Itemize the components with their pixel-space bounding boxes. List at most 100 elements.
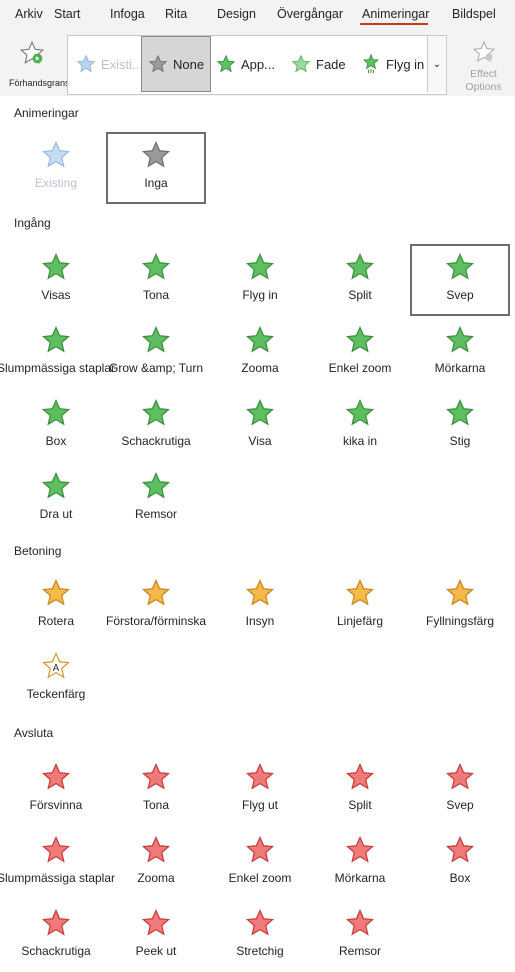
exit-star-icon xyxy=(345,835,375,865)
animation-label: Fyllningsfärg xyxy=(425,614,495,628)
animation-betoning-forstora-forminska[interactable]: Förstora/förminska xyxy=(106,570,206,642)
fly-in-star-icon xyxy=(362,54,380,74)
preview-star-icon xyxy=(19,40,45,64)
effect-options-icon xyxy=(472,40,495,63)
exit-star-icon xyxy=(41,762,71,792)
tab-rita[interactable]: Rita xyxy=(165,7,187,21)
section-title-ingang: Ingång xyxy=(14,216,51,230)
animation-ingang-schackrutiga[interactable]: Schackrutiga xyxy=(106,390,206,462)
tab-infoga[interactable]: Infoga xyxy=(110,7,145,21)
gallery-item-label: Fade xyxy=(316,56,346,72)
gallery-item-appear[interactable]: App... xyxy=(216,36,286,92)
appear-star-icon xyxy=(216,54,236,73)
animation-ingang-stig[interactable]: Stig xyxy=(410,390,510,462)
exit-star-icon xyxy=(345,762,375,792)
animation-avsluta-box[interactable]: Box xyxy=(410,827,510,899)
animation-label: Stig xyxy=(449,434,471,448)
animation-ingang-dra-ut[interactable]: Dra ut xyxy=(6,463,106,535)
entrance-star-icon xyxy=(141,471,171,501)
entrance-star-icon xyxy=(245,398,275,428)
animation-ingang-grow-and-turn[interactable]: Grow &amp; Turn xyxy=(106,317,206,389)
animation-ingang-zooma[interactable]: Zooma xyxy=(210,317,310,389)
gallery-expand-button[interactable]: ⌄ xyxy=(427,36,446,92)
animation-label: Grow &amp; Turn xyxy=(108,361,204,375)
animation-ingang-kika-in[interactable]: kika in xyxy=(310,390,410,462)
section-title-animeringar: Animeringar xyxy=(14,106,79,120)
chevron-down-icon: ⌄ xyxy=(432,58,442,70)
animation-betoning-teckenfarg[interactable]: A Teckenfärg xyxy=(6,643,106,715)
animation-betoning-insyn[interactable]: Insyn xyxy=(210,570,310,642)
exit-star-icon xyxy=(141,835,171,865)
animation-betoning-linjefarg[interactable]: Linjefärg xyxy=(310,570,410,642)
animation-betoning-rotera[interactable]: Rotera xyxy=(6,570,106,642)
animation-ingang-svep[interactable]: Svep xyxy=(410,244,510,316)
entrance-star-icon xyxy=(41,325,71,355)
animation-avsluta-tona[interactable]: Tona xyxy=(106,754,206,826)
animation-ingang-flyg-in[interactable]: Flyg in xyxy=(210,244,310,316)
gallery-item-label: None xyxy=(173,56,205,72)
tab-animeringar[interactable]: Animeringar xyxy=(362,7,429,21)
exit-star-icon xyxy=(245,835,275,865)
animation-animeringar-existing[interactable]: Existing xyxy=(6,132,106,204)
entrance-star-icon xyxy=(141,252,171,282)
effect-options-button[interactable]: Effect Options xyxy=(456,40,511,94)
animation-avsluta-svep[interactable]: Svep xyxy=(410,754,510,826)
exit-star-icon xyxy=(345,908,375,938)
tab-design[interactable]: Design xyxy=(217,7,256,21)
animation-label: Tona xyxy=(142,288,170,302)
animation-avsluta-remsor[interactable]: Remsor xyxy=(310,900,410,972)
entrance-star-icon xyxy=(445,252,475,282)
animation-label: Inga xyxy=(144,176,168,190)
section-title-avsluta: Avsluta xyxy=(14,726,54,740)
animation-avsluta-peek-ut[interactable]: Peek ut xyxy=(106,900,206,972)
animation-ingang-enkel-zoom[interactable]: Enkel zoom xyxy=(310,317,410,389)
tab-bildspel[interactable]: Bildspel xyxy=(452,7,496,21)
animation-ingang-visas[interactable]: Visas xyxy=(6,244,106,316)
animation-ingang-box[interactable]: Box xyxy=(6,390,106,462)
gallery-item-fly-in[interactable]: Flyg in xyxy=(361,36,431,92)
animation-avsluta-forsvinna[interactable]: Försvinna xyxy=(6,754,106,826)
entrance-star-icon xyxy=(445,325,475,355)
tab-arkiv[interactable]: Arkiv xyxy=(15,7,43,21)
entrance-star-icon xyxy=(41,398,71,428)
exit-star-icon xyxy=(245,908,275,938)
animation-animeringar-inga[interactable]: Inga xyxy=(106,132,206,204)
animation-avsluta-split[interactable]: Split xyxy=(310,754,410,826)
animation-avsluta-zooma[interactable]: Zooma xyxy=(106,827,206,899)
effect-options-label: Effect Options xyxy=(465,68,502,93)
animation-label: Tona xyxy=(142,798,170,812)
animation-avsluta-flyg-ut[interactable]: Flyg ut xyxy=(210,754,310,826)
animation-avsluta-morkarna[interactable]: Mörkarna xyxy=(310,827,410,899)
ribbon-tab-bar: Arkiv Start Infoga Rita Design Övergånga… xyxy=(0,0,515,30)
tab-start[interactable]: Start xyxy=(54,7,80,21)
gallery-item-label: Flyg in xyxy=(386,56,425,72)
animation-avsluta-enkel-zoom[interactable]: Enkel zoom xyxy=(210,827,310,899)
gallery-item-none[interactable]: None xyxy=(141,36,211,92)
animation-ingang-morkarna[interactable]: Mörkarna xyxy=(410,317,510,389)
section-title-betoning: Betoning xyxy=(14,544,62,558)
gallery-item-fade[interactable]: Fade xyxy=(291,36,361,92)
emphasis-star-icon xyxy=(345,578,375,608)
emphasis-letter-star-icon: A xyxy=(41,651,71,681)
emphasis-star-icon xyxy=(41,578,71,608)
tab-overgangar[interactable]: Övergångar xyxy=(277,7,343,21)
emphasis-star-icon xyxy=(445,578,475,608)
preview-button[interactable]: Förhandsgranska xyxy=(4,36,79,92)
animation-ingang-visa[interactable]: Visa xyxy=(210,390,310,462)
animation-ingang-split[interactable]: Split xyxy=(310,244,410,316)
animation-ingang-tona[interactable]: Tona xyxy=(106,244,206,316)
exit-star-icon xyxy=(245,762,275,792)
fade-star-icon xyxy=(291,54,311,73)
animation-label: Schackrutiga xyxy=(121,434,191,448)
animation-ingang-remsor[interactable]: Remsor xyxy=(106,463,206,535)
animation-avsluta-stretchig[interactable]: Stretchig xyxy=(210,900,310,972)
animation-avsluta-schackrutiga[interactable]: Schackrutiga xyxy=(6,900,106,972)
none-star-icon xyxy=(148,54,168,73)
svg-text:A: A xyxy=(53,663,60,674)
exit-star-icon xyxy=(41,908,71,938)
animation-betoning-fyllningsfarg[interactable]: Fyllningsfärg xyxy=(410,570,510,642)
gallery-item-existing[interactable]: Existi... xyxy=(76,36,146,92)
gallery-item-label: Existi... xyxy=(101,56,143,72)
animation-ingang-slumpmassiga-staplar[interactable]: Slumpmässiga staplar xyxy=(0,317,115,389)
animation-avsluta-slumpmassiga-staplar[interactable]: Slumpmässiga staplar xyxy=(0,827,115,899)
